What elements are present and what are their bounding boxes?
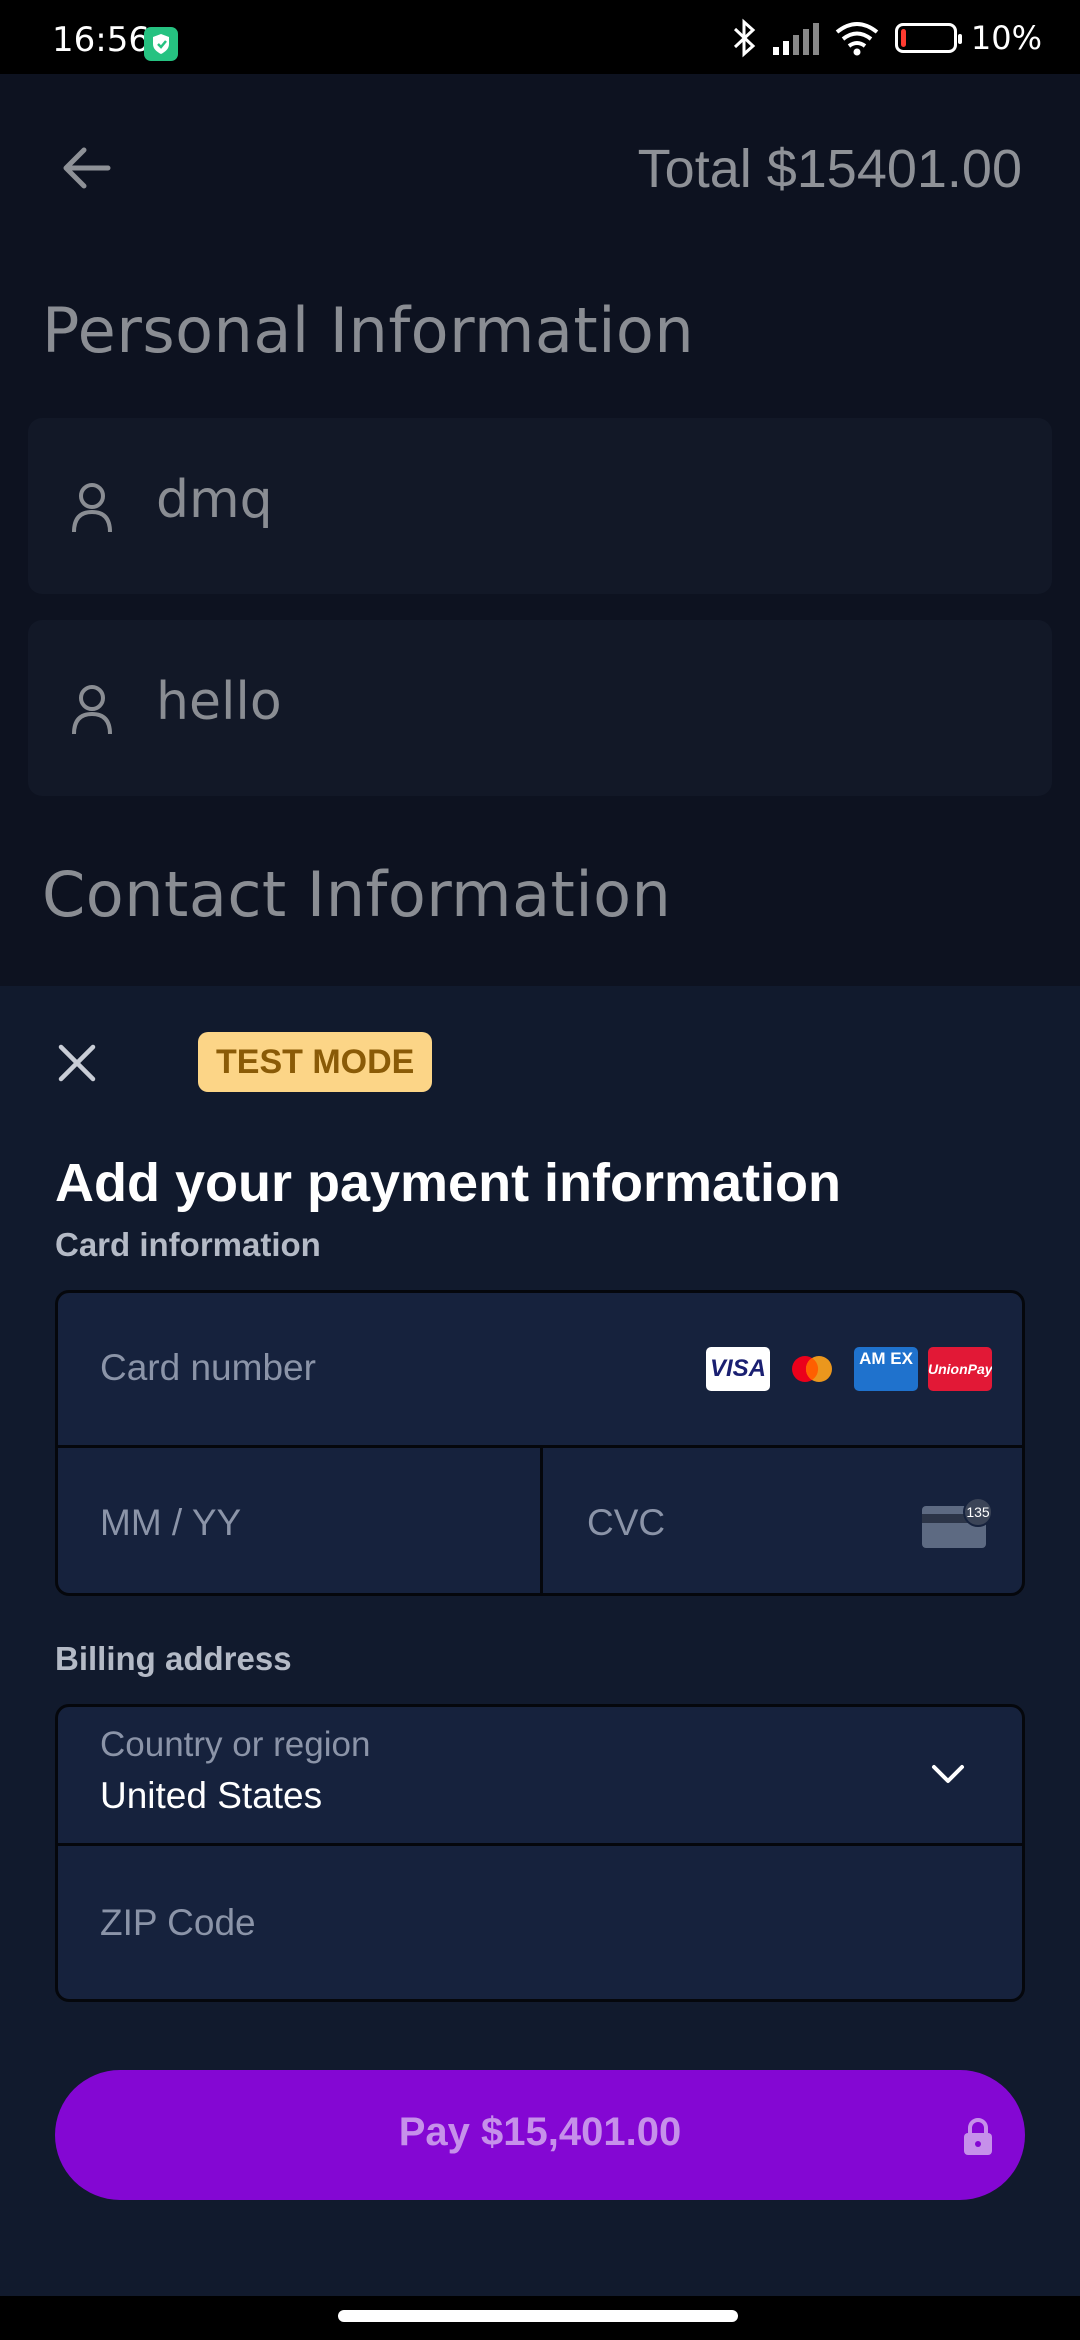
first-name-field[interactable]: dmq	[28, 418, 1052, 594]
signal-icon	[772, 23, 819, 55]
pay-button[interactable]: Pay $15,401.00	[55, 2070, 1025, 2200]
battery-percent: 10%	[970, 19, 1042, 57]
checkout-page: Total $15401.00 Personal Information dmq…	[0, 74, 1080, 986]
last-name-value: hello	[156, 672, 282, 732]
personal-info-title: Personal Information	[42, 294, 695, 367]
payment-sheet: TEST MODE Add your payment information C…	[0, 986, 1080, 2296]
expiry-placeholder: MM / YY	[100, 1502, 242, 1543]
country-label: Country or region	[100, 1725, 371, 1764]
country-value: United States	[100, 1775, 323, 1816]
mastercard-icon	[780, 1347, 844, 1391]
zip-placeholder: ZIP Code	[100, 1902, 256, 1943]
close-icon[interactable]	[52, 1038, 102, 1088]
country-select[interactable]: Country or region United States	[58, 1707, 1022, 1846]
contact-info-title: Contact Information	[42, 858, 672, 931]
navigation-bar	[0, 2296, 1080, 2340]
sheet-title: Add your payment information	[55, 1153, 842, 1213]
pay-button-label: Pay $15,401.00	[398, 2110, 682, 2154]
lock-icon	[964, 2118, 992, 2155]
last-name-field[interactable]: hello	[28, 620, 1052, 796]
home-gesture-handle[interactable]	[338, 2310, 738, 2322]
person-icon	[72, 483, 112, 533]
bluetooth-icon	[733, 18, 756, 58]
shield-app-icon	[144, 27, 178, 61]
card-number-placeholder: Card number	[100, 1347, 316, 1388]
card-info-label: Card information	[55, 1226, 321, 1263]
order-total: Total $15401.00	[637, 139, 1022, 199]
battery-icon	[894, 23, 962, 53]
zip-code-input[interactable]: ZIP Code	[58, 1846, 1022, 1999]
cvc-placeholder: CVC	[587, 1502, 666, 1543]
chevron-down-icon	[932, 1765, 964, 1783]
card-number-input[interactable]: Card number VISA AM EX UnionPay	[58, 1293, 1022, 1448]
first-name-value: dmq	[156, 470, 273, 530]
card-brands: VISA AM EX UnionPay	[706, 1347, 992, 1391]
cvc-card-icon: 135	[922, 1498, 992, 1548]
back-arrow-icon[interactable]	[56, 136, 120, 200]
billing-address-label: Billing address	[55, 1640, 292, 1677]
visa-icon: VISA	[706, 1347, 770, 1391]
amex-icon: AM EX	[854, 1347, 918, 1391]
cvc-hint: 135	[966, 1504, 990, 1520]
expiry-input[interactable]: MM / YY	[58, 1448, 540, 1593]
billing-address-group: Country or region United States ZIP Code	[55, 1704, 1025, 2002]
status-time: 16:56	[52, 20, 150, 60]
card-info-group: Card number VISA AM EX UnionPay MM / YY	[55, 1290, 1025, 1596]
test-mode-badge: TEST MODE	[198, 1032, 433, 1092]
person-icon	[72, 685, 112, 735]
wifi-icon	[835, 22, 879, 56]
status-bar: 16:56 10%	[0, 0, 1080, 74]
unionpay-icon: UnionPay	[928, 1347, 992, 1391]
